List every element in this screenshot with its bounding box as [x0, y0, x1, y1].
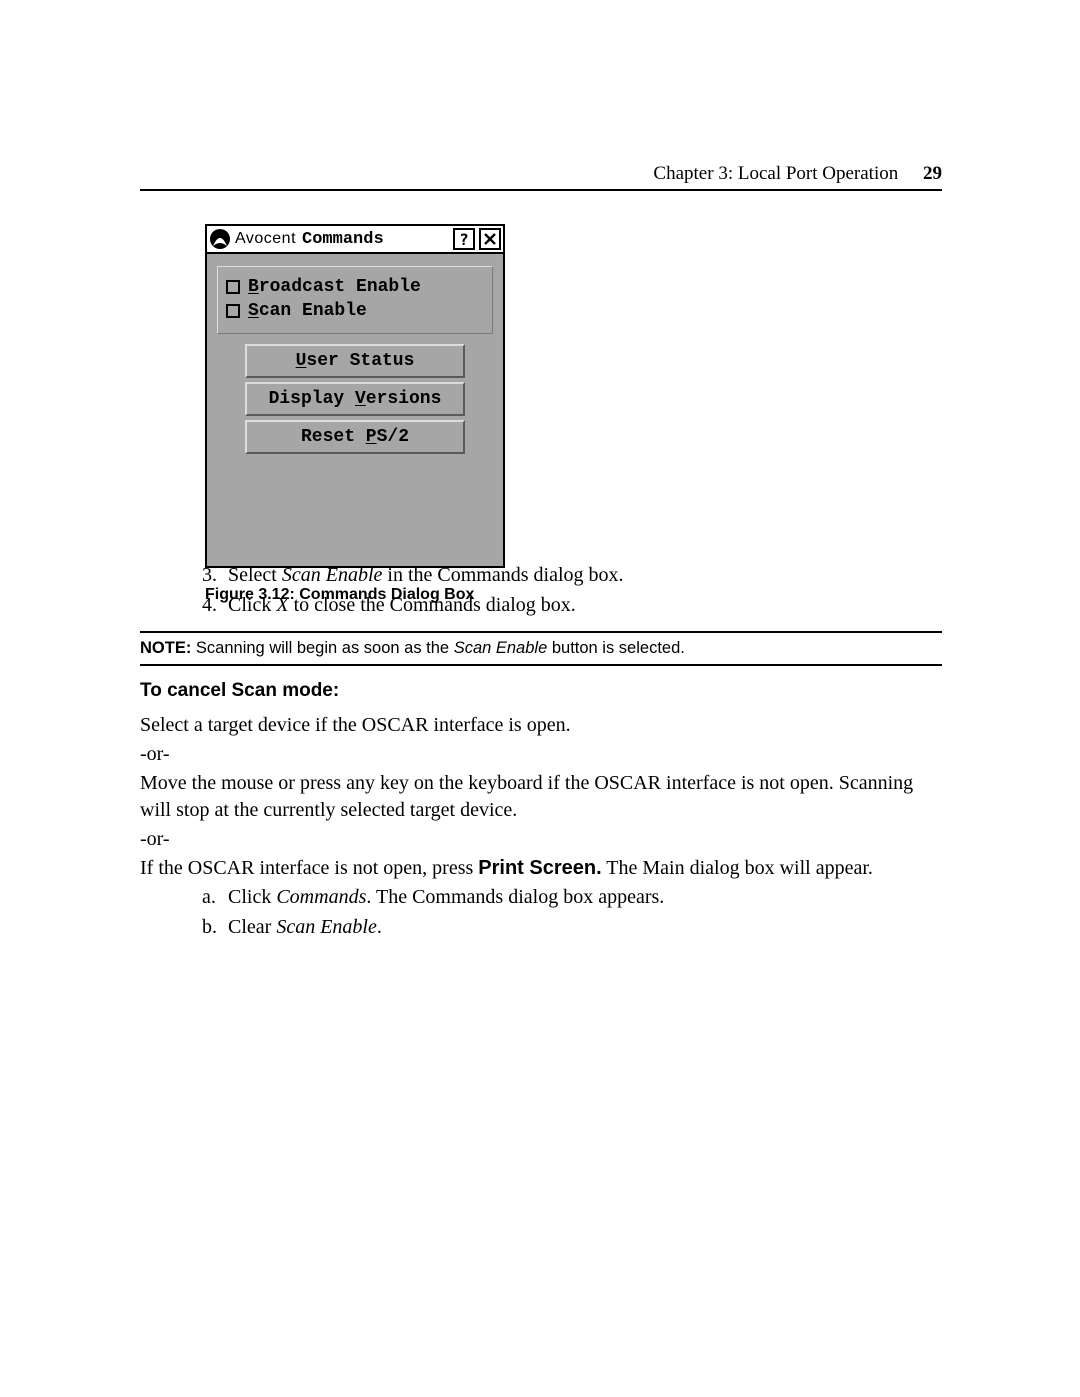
button-label: Reset PS/2 — [301, 427, 409, 447]
list-item: 4.Click X to close the Commands dialog b… — [202, 592, 942, 619]
body-text: Select a target device if the OSCAR inte… — [140, 712, 942, 739]
step-number: 3. — [202, 562, 228, 589]
button-label: User Status — [296, 351, 415, 371]
close-icon — [483, 232, 497, 246]
broadcast-enable-checkbox[interactable]: Broadcast Enable — [226, 277, 484, 297]
note-rule — [140, 664, 942, 666]
figure-commands-dialog: Avocent Commands ? Broadcast Enable — [205, 224, 501, 604]
help-button[interactable]: ? — [453, 228, 475, 250]
running-header: Chapter 3: Local Port Operation 29 — [653, 163, 942, 185]
checkbox-label: Scan Enable — [248, 301, 367, 321]
button-label: Display Versions — [269, 389, 442, 409]
display-versions-button[interactable]: Display Versions — [245, 382, 465, 416]
list-item: 3.Select Scan Enable in the Commands dia… — [202, 562, 942, 589]
checkbox-panel: Broadcast Enable Scan Enable — [217, 266, 493, 334]
avocent-logo-icon — [209, 228, 231, 250]
list-item: b.Clear Scan Enable. — [202, 914, 942, 941]
dialog-title: Commands — [302, 230, 449, 249]
page-number: 29 — [923, 163, 942, 184]
body-text: -or- — [140, 741, 942, 768]
scan-enable-checkbox[interactable]: Scan Enable — [226, 301, 484, 321]
chapter-label: Chapter 3: Local Port Operation — [653, 163, 898, 184]
reset-ps2-button[interactable]: Reset PS/2 — [245, 420, 465, 454]
checkbox-label: Broadcast Enable — [248, 277, 421, 297]
checkbox-icon — [226, 304, 240, 318]
commands-dialog: Avocent Commands ? Broadcast Enable — [205, 224, 505, 568]
sub-step-letter: b. — [202, 914, 228, 941]
checkbox-icon — [226, 280, 240, 294]
body-text: Move the mouse or press any key on the k… — [140, 770, 942, 824]
note-text: NOTE: Scanning will begin as soon as the… — [140, 637, 942, 660]
body-text: If the OSCAR interface is not open, pres… — [140, 855, 942, 882]
close-button[interactable] — [479, 228, 501, 250]
user-status-button[interactable]: User Status — [245, 344, 465, 378]
header-rule — [140, 189, 942, 191]
step-list: 3.Select Scan Enable in the Commands dia… — [202, 562, 942, 619]
note-rule — [140, 631, 942, 633]
section-heading: To cancel Scan mode: — [140, 680, 942, 702]
page-content: 3.Select Scan Enable in the Commands dia… — [140, 562, 942, 944]
sub-step-letter: a. — [202, 884, 228, 911]
step-number: 4. — [202, 592, 228, 619]
dialog-titlebar: Avocent Commands ? — [207, 226, 503, 254]
body-text: -or- — [140, 826, 942, 853]
dialog-body: Broadcast Enable Scan Enable User Status… — [207, 254, 503, 566]
list-item: a.Click Commands. The Commands dialog bo… — [202, 884, 942, 911]
brand-text: Avocent — [235, 230, 296, 248]
sub-step-list: a.Click Commands. The Commands dialog bo… — [202, 884, 942, 941]
